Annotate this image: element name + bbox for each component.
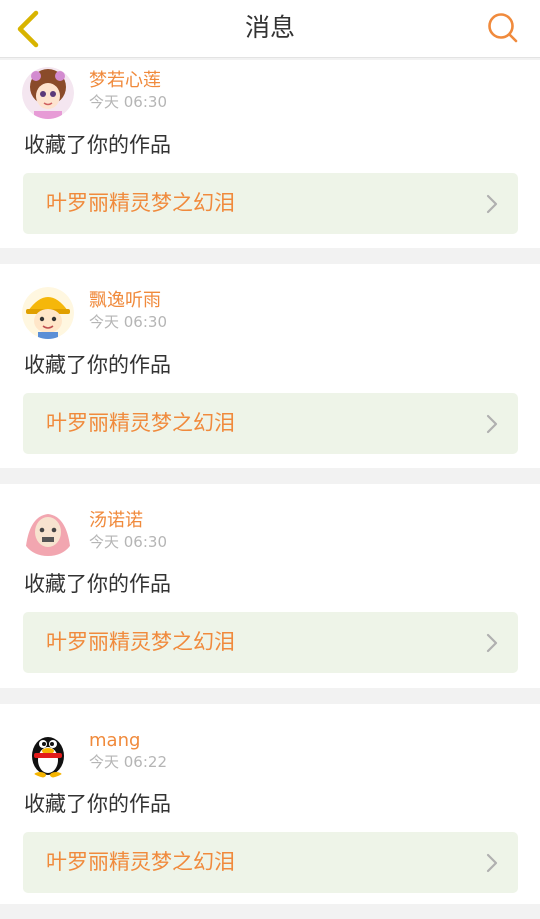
page-title: 消息 <box>244 13 295 42</box>
chevron-right-icon <box>486 853 498 873</box>
timestamp: 今天 06:30 <box>89 533 167 551</box>
worker-avatar[interactable] <box>22 287 74 339</box>
work-title: 叶罗丽精灵梦之幻泪 <box>46 191 235 215</box>
search-icon[interactable] <box>486 11 520 45</box>
chevron-right-icon <box>486 633 498 653</box>
username[interactable]: 飘逸听雨 <box>89 290 161 312</box>
message-card: 梦若心莲 今天 06:30 收藏了你的作品 叶罗丽精灵梦之幻泪 <box>0 60 540 248</box>
top-bar: 消息 <box>0 0 540 58</box>
message-card: 汤诺诺 今天 06:30 收藏了你的作品 叶罗丽精灵梦之幻泪 <box>0 484 540 688</box>
action-text: 收藏了你的作品 <box>24 133 171 157</box>
timestamp: 今天 06:30 <box>89 93 167 111</box>
message-card: mang 今天 06:22 收藏了你的作品 叶罗丽精灵梦之幻泪 <box>0 704 540 904</box>
chevron-right-icon <box>486 414 498 434</box>
work-link[interactable]: 叶罗丽精灵梦之幻泪 <box>23 173 518 234</box>
username[interactable]: mang <box>89 730 140 752</box>
action-text: 收藏了你的作品 <box>24 572 171 596</box>
penguin-avatar[interactable] <box>22 726 74 778</box>
action-text: 收藏了你的作品 <box>24 353 171 377</box>
chevron-right-icon <box>486 194 498 214</box>
timestamp: 今天 06:30 <box>89 313 167 331</box>
meme-avatar[interactable] <box>22 506 74 558</box>
girl-avatar[interactable] <box>22 67 74 119</box>
work-link[interactable]: 叶罗丽精灵梦之幻泪 <box>23 393 518 454</box>
work-link[interactable]: 叶罗丽精灵梦之幻泪 <box>23 832 518 893</box>
timestamp: 今天 06:22 <box>89 753 167 771</box>
username[interactable]: 梦若心莲 <box>89 70 161 92</box>
username[interactable]: 汤诺诺 <box>89 510 143 532</box>
work-link[interactable]: 叶罗丽精灵梦之幻泪 <box>23 612 518 673</box>
message-card: 飘逸听雨 今天 06:30 收藏了你的作品 叶罗丽精灵梦之幻泪 <box>0 264 540 468</box>
work-title: 叶罗丽精灵梦之幻泪 <box>46 850 235 874</box>
action-text: 收藏了你的作品 <box>24 792 171 816</box>
work-title: 叶罗丽精灵梦之幻泪 <box>46 411 235 435</box>
work-title: 叶罗丽精灵梦之幻泪 <box>46 630 235 654</box>
